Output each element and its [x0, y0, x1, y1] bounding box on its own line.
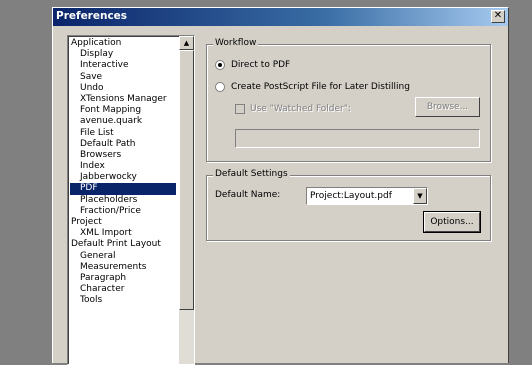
tree-item[interactable]: General — [70, 251, 176, 262]
tree-item[interactable]: XTensions Manager — [70, 94, 176, 105]
tree-item[interactable]: Default Print Layout — [70, 239, 176, 250]
chevron-down-icon[interactable]: ▼ — [413, 188, 427, 204]
title-bar[interactable]: Preferences ✕ — [53, 8, 508, 26]
tree-item[interactable]: Project — [70, 217, 176, 228]
category-tree[interactable]: Application Display Interactive Save Undo XTe… — [67, 35, 195, 365]
tree-item[interactable]: Font Mapping — [70, 105, 176, 116]
tree-item[interactable]: Tools — [70, 295, 176, 306]
category-list: Application Display Interactive Save Undo XTe… — [70, 38, 176, 307]
default-name-value: Project:Layout.pdf — [310, 191, 392, 201]
create-postscript-label: Create PostScript File for Later Distill… — [231, 82, 410, 92]
tree-item[interactable]: XML Import — [70, 228, 176, 239]
direct-pdf-option[interactable]: Direct to PDF — [215, 60, 290, 70]
tree-item[interactable]: Save — [70, 72, 176, 83]
close-icon[interactable]: ✕ — [491, 10, 505, 23]
tree-item[interactable]: Interactive — [70, 60, 176, 71]
workflow-group: Workflow Direct to PDF Create PostScript… — [206, 38, 491, 162]
watched-folder-field[interactable] — [235, 129, 480, 148]
tree-item[interactable]: Placeholders — [70, 195, 176, 206]
preferences-dialog: Preferences ✕ Application Display Interact… — [52, 7, 509, 365]
tree-item[interactable]: Fraction/Price — [70, 206, 176, 217]
radio-selected-icon[interactable] — [215, 60, 225, 70]
radio-icon[interactable] — [215, 82, 225, 92]
tree-item[interactable]: Browsers — [70, 150, 176, 161]
default-settings-group: Default Settings Default Name: Project:L… — [206, 169, 491, 241]
tree-scrollbar[interactable]: ▲ — [179, 36, 194, 364]
dialog-title: Preferences — [56, 10, 128, 22]
tree-item[interactable]: avenue.quark — [70, 116, 176, 127]
default-name-label: Default Name: — [215, 190, 281, 200]
tree-item[interactable]: Default Path — [70, 139, 176, 150]
create-postscript-option[interactable]: Create PostScript File for Later Distill… — [215, 82, 410, 92]
default-name-select[interactable]: Project:Layout.pdf ▼ — [306, 187, 428, 205]
workflow-title: Workflow — [213, 38, 259, 48]
tree-item[interactable]: Display — [70, 49, 176, 60]
scroll-up-icon[interactable]: ▲ — [179, 36, 194, 50]
checkbox-icon[interactable] — [235, 104, 245, 114]
direct-pdf-label: Direct to PDF — [231, 60, 291, 70]
use-watched-folder-option[interactable]: Use "Watched Folder": — [235, 104, 351, 114]
default-settings-title: Default Settings — [213, 169, 290, 179]
tree-item[interactable]: PDF — [70, 183, 176, 195]
tree-item[interactable]: Character — [70, 284, 176, 295]
tree-item[interactable]: Measurements — [70, 262, 176, 273]
tree-item[interactable]: Jabberwocky — [70, 172, 176, 183]
tree-item[interactable]: File List — [70, 128, 176, 139]
use-watched-folder-label: Use "Watched Folder": — [250, 104, 351, 114]
tree-item[interactable]: Paragraph — [70, 273, 176, 284]
options-button[interactable]: Options... — [423, 211, 481, 233]
tree-item[interactable]: Application — [70, 38, 176, 49]
browse-button[interactable]: Browse... — [415, 97, 480, 117]
scroll-thumb[interactable] — [179, 50, 194, 310]
background-left — [0, 0, 44, 362]
tree-item[interactable]: Undo — [70, 83, 176, 94]
tree-item[interactable]: Index — [70, 161, 176, 172]
